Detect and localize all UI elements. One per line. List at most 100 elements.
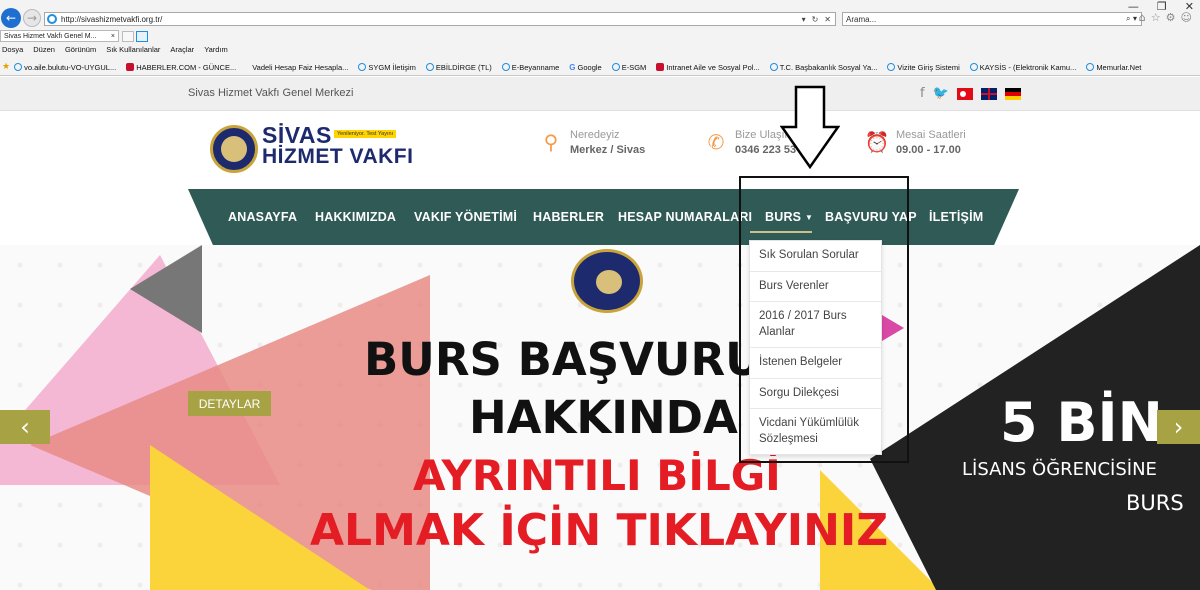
hero-right-sub1: LİSANS ÖĞRENCİSİNE <box>962 459 1157 480</box>
details-button[interactable]: DETAYLAR <box>188 391 271 416</box>
hero-right-sub2: BURS <box>1126 491 1184 515</box>
tab-row: Sivas Hizmet Vakfı Genel M... × <box>0 30 148 42</box>
ie-icon <box>14 63 23 71</box>
chevron-left-icon: ‹ <box>20 413 30 441</box>
favorite-link[interactable]: Intranet Aile ve Sosyal Pol... <box>656 63 760 72</box>
annotation-down-arrow-icon <box>780 85 840 169</box>
tab-close-icon[interactable]: × <box>111 33 115 40</box>
smiley-icon[interactable]: ☺ <box>1181 11 1192 24</box>
favorite-link[interactable]: SYGM İletişim <box>358 63 416 72</box>
slider-prev-button[interactable]: ‹ <box>0 410 50 444</box>
site-header: SİVAS HİZMET VAKFI Yenileniyor. Test Yay… <box>0 111 1200 189</box>
refresh-icon[interactable]: ↻ <box>812 15 819 24</box>
site-favicon-icon <box>126 63 135 71</box>
hero-line-2: HAKKINDA <box>469 391 738 444</box>
favorite-link[interactable]: EBİLDİRGE (TL) <box>425 63 492 72</box>
favorites-bar-star-icon[interactable]: ★ <box>2 62 10 72</box>
hero-line-4: ALMAK İÇİN TIKLAYINIZ <box>310 505 889 556</box>
forward-arrow-icon: → <box>26 11 38 25</box>
chevron-right-icon: › <box>1173 413 1184 441</box>
clock-icon: ⏰ <box>864 130 890 154</box>
favorite-link[interactable]: G Google <box>569 63 601 73</box>
new-tab-button[interactable] <box>122 30 134 42</box>
info-hours: ⏰ Mesai Saatleri 09.00 - 17.00 <box>864 129 966 156</box>
menu-item-dosya[interactable]: Dosya <box>2 45 23 54</box>
favorites-star-icon[interactable]: ☆ <box>1151 11 1161 24</box>
toolbar-icons: ⌂ ☆ ⚙ ☺ <box>1139 11 1192 24</box>
url-text[interactable]: http://sivashizmetvakfi.org.tr/ <box>61 15 162 24</box>
turkish-flag-icon[interactable] <box>956 87 973 100</box>
english-flag-icon[interactable] <box>980 87 997 100</box>
nav-item-vakif-yonetimi[interactable]: VAKIF YÖNETİMİ <box>414 210 517 224</box>
site-topbar-title: Sivas Hizmet Vakfı Genel Merkezi <box>188 87 354 99</box>
phone-icon: ✆ <box>707 130 725 154</box>
ie-icon <box>969 63 978 71</box>
nav-item-hesap-numaralari[interactable]: HESAP NUMARALARI <box>618 210 752 224</box>
favorites-bar: ★ vo.aile.bulutu-VO-UYGUL... HABERLER.CO… <box>0 61 1151 73</box>
favorite-link[interactable]: Vadeli Hesap Faiz Hesapla... <box>252 63 348 72</box>
menu-item-araclar[interactable]: Araçlar <box>170 45 194 54</box>
ie-tab-icon[interactable] <box>136 30 148 42</box>
search-input[interactable]: Arama... <box>846 15 876 24</box>
hero-seal-icon <box>571 249 643 313</box>
ie-icon <box>887 63 896 71</box>
logo-badge: Yenileniyor. Test Yayını <box>334 130 397 138</box>
hero-line-1: BURS BAŞVURU <box>364 333 762 386</box>
nav-item-iletisim[interactable]: İLETİŞİM <box>929 210 983 224</box>
address-bar[interactable]: http://sivashizmetvakfi.org.tr/ ▾ ↻ ✕ <box>44 12 836 26</box>
ie-icon <box>425 63 434 71</box>
social-links: f 🐦 <box>920 86 1021 101</box>
search-box[interactable]: Arama... ⌕ ▾ <box>842 12 1142 26</box>
favorite-link[interactable]: HABERLER.COM - GÜNCE... <box>126 63 236 72</box>
google-icon: G <box>569 63 576 72</box>
favorite-link[interactable]: E-SGM <box>611 63 646 72</box>
decor-triangle-gray <box>130 245 202 333</box>
stop-icon[interactable]: ✕ <box>824 15 831 24</box>
favorite-link[interactable]: vo.aile.bulutu-VO-UYGUL... <box>14 63 116 72</box>
ie-icon <box>47 14 57 24</box>
twitter-icon[interactable]: 🐦 <box>933 86 949 101</box>
forward-button[interactable]: → <box>23 9 41 27</box>
hero-right-big: 5 BİN <box>1000 391 1163 454</box>
browser-tab[interactable]: Sivas Hizmet Vakfı Genel M... × <box>0 30 119 42</box>
menu-item-favorites[interactable]: Sık Kullanılanlar <box>106 45 160 54</box>
logo-line-2: HİZMET VAKFI <box>262 144 414 168</box>
nav-item-haberler[interactable]: HABERLER <box>533 210 604 224</box>
nav-item-hakkimizda[interactable]: HAKKIMIZDA <box>315 210 396 224</box>
back-arrow-icon: ← <box>5 11 17 25</box>
menu-item-gorunum[interactable]: Görünüm <box>65 45 96 54</box>
ie-icon <box>769 63 778 71</box>
back-button[interactable]: ← <box>1 8 21 28</box>
info-label: Mesai Saatleri <box>896 129 966 141</box>
site-topbar: Sivas Hizmet Vakfı Genel Merkezi f 🐦 <box>0 77 1200 111</box>
menu-item-duzen[interactable]: Düzen <box>33 45 55 54</box>
info-value: Merkez / Sivas <box>570 144 646 156</box>
logo-seal-icon[interactable] <box>210 125 258 173</box>
hero-slider[interactable]: 5 BİN LİSANS ÖĞRENCİSİNE BURS BURS BAŞVU… <box>0 245 1200 590</box>
nav-item-anasayfa[interactable]: ANASAYFA <box>228 210 297 224</box>
browser-chrome: — ❐ ✕ ← → http://sivashizmetvakfi.org.tr… <box>0 0 1200 76</box>
menu-item-yardim[interactable]: Yardım <box>204 45 228 54</box>
ie-icon <box>501 63 510 71</box>
favorite-link[interactable]: Memurlar.Net <box>1086 63 1141 72</box>
menu-bar: Dosya Düzen Görünüm Sık Kullanılanlar Ar… <box>2 45 228 54</box>
favorite-link[interactable]: T.C. Başbakanlık Sosyal Ya... <box>769 63 877 72</box>
info-location: ⚲ Neredeyiz Merkez / Sivas <box>540 129 646 156</box>
favorite-link[interactable]: E-Beyanname <box>501 63 559 72</box>
annotation-highlight-box <box>739 176 909 463</box>
info-label: Neredeyiz <box>570 129 620 141</box>
german-flag-icon[interactable] <box>1004 87 1021 100</box>
location-icon: ⚲ <box>543 130 559 154</box>
slider-next-button[interactable]: › <box>1157 410 1200 444</box>
hero-line-3: AYRINTILI BİLGİ <box>413 451 781 500</box>
ie-icon <box>611 63 620 71</box>
home-icon[interactable]: ⌂ <box>1139 11 1146 24</box>
site-favicon-icon <box>656 63 665 71</box>
tab-title: Sivas Hizmet Vakfı Genel M... <box>4 32 97 40</box>
facebook-icon[interactable]: f <box>920 86 925 101</box>
favorite-link[interactable]: KAYSİS - (Elektronik Kamu... <box>969 63 1076 72</box>
favorite-link[interactable]: Vizite Giriş Sistemi <box>887 63 960 72</box>
settings-gear-icon[interactable]: ⚙ <box>1166 11 1176 24</box>
ie-icon <box>358 63 367 71</box>
url-dropdown-icon[interactable]: ▾ <box>802 15 806 24</box>
